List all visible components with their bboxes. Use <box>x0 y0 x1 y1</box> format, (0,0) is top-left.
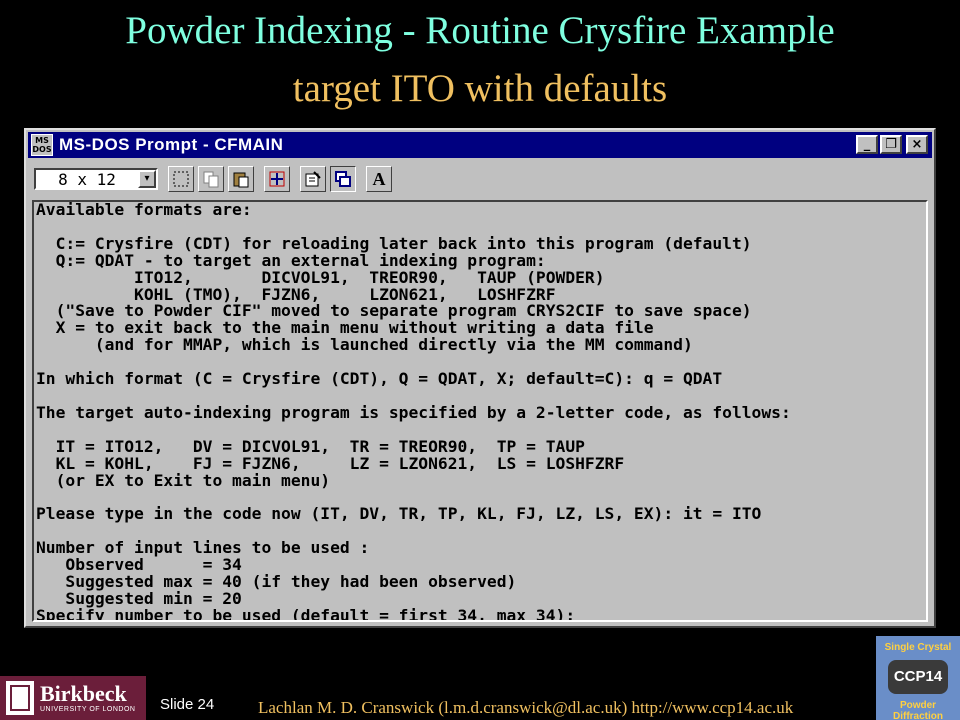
close-button[interactable]: × <box>906 135 928 154</box>
fullscreen-button[interactable] <box>264 166 290 192</box>
ccp14-logo: Single Crystal CCP14 Powder Diffraction <box>876 636 960 720</box>
minimize-button[interactable]: _ <box>856 135 878 154</box>
paste-icon <box>233 172 249 188</box>
font-button[interactable]: A <box>366 166 392 192</box>
msdos-icon-top-text: MS <box>35 136 49 145</box>
ccp14-top: Single Crystal <box>884 642 952 653</box>
msdos-icon-bottom-text: DOS <box>32 145 52 154</box>
console-text: Available formats are: C:= Crysfire (CDT… <box>34 200 926 622</box>
crest-icon <box>6 681 34 715</box>
logo-main: Birkbeck <box>40 680 127 706</box>
fullscreen-icon <box>269 171 285 187</box>
minimize-icon: _ <box>863 137 871 152</box>
ccp14-mid: CCP14 <box>888 660 948 694</box>
console-line: Please type in the code now (IT, DV, TR,… <box>36 504 762 524</box>
slide-subtitle: target ITO with defaults <box>292 67 668 110</box>
console-line: Available formats are: <box>36 200 252 219</box>
font-icon: A <box>372 168 386 189</box>
author-credit: Lachlan M. D. Cranswick (l.m.d.cranswick… <box>258 698 794 717</box>
chevron-down-icon[interactable]: ▾ <box>138 170 156 188</box>
font-size-value: 8 x 12 <box>58 169 116 189</box>
toolbar: 8 x 12 ▾ A <box>28 162 932 196</box>
slide-number: Slide 24 <box>160 696 215 713</box>
font-size-select[interactable]: 8 x 12 ▾ <box>34 168 158 190</box>
console-output[interactable]: Available formats are: C:= Crysfire (CDT… <box>32 200 928 622</box>
msdos-window: MS DOS MS-DOS Prompt - CFMAIN _ ❐ × 8 x … <box>24 128 936 628</box>
maximize-icon: ❐ <box>885 137 897 152</box>
console-line: The target auto-indexing program is spec… <box>36 402 791 422</box>
console-line: (and for MMAP, which is launched directl… <box>36 335 693 355</box>
background-button[interactable] <box>330 166 356 192</box>
background-icon <box>335 171 351 187</box>
window-titlebar[interactable]: MS DOS MS-DOS Prompt - CFMAIN _ ❐ × <box>28 132 932 158</box>
paste-button[interactable] <box>228 166 254 192</box>
close-icon: × <box>911 137 923 152</box>
window-title: MS-DOS Prompt - CFMAIN <box>59 135 284 154</box>
console-line: (or EX to Exit to main menu) <box>36 470 331 490</box>
slide-title: Powder Indexing - Routine Crysfire Examp… <box>125 9 835 52</box>
properties-icon <box>305 171 321 187</box>
ccp14-bottom: Powder Diffraction <box>893 700 943 720</box>
birkbeck-logo: Birkbeck UNIVERSITY OF LONDON <box>0 676 146 720</box>
mark-icon <box>173 171 189 187</box>
copy-icon <box>203 171 219 188</box>
console-line: Specify number to be used (default = fir… <box>36 605 576 622</box>
properties-button[interactable] <box>300 166 326 192</box>
copy-button[interactable] <box>198 166 224 192</box>
mark-button[interactable] <box>168 166 194 192</box>
maximize-button[interactable]: ❐ <box>880 135 902 154</box>
console-line: In which format (C = Crysfire (CDT), Q =… <box>36 369 723 389</box>
msdos-icon[interactable]: MS DOS <box>31 134 53 156</box>
logo-sub: UNIVERSITY OF LONDON <box>40 705 136 713</box>
